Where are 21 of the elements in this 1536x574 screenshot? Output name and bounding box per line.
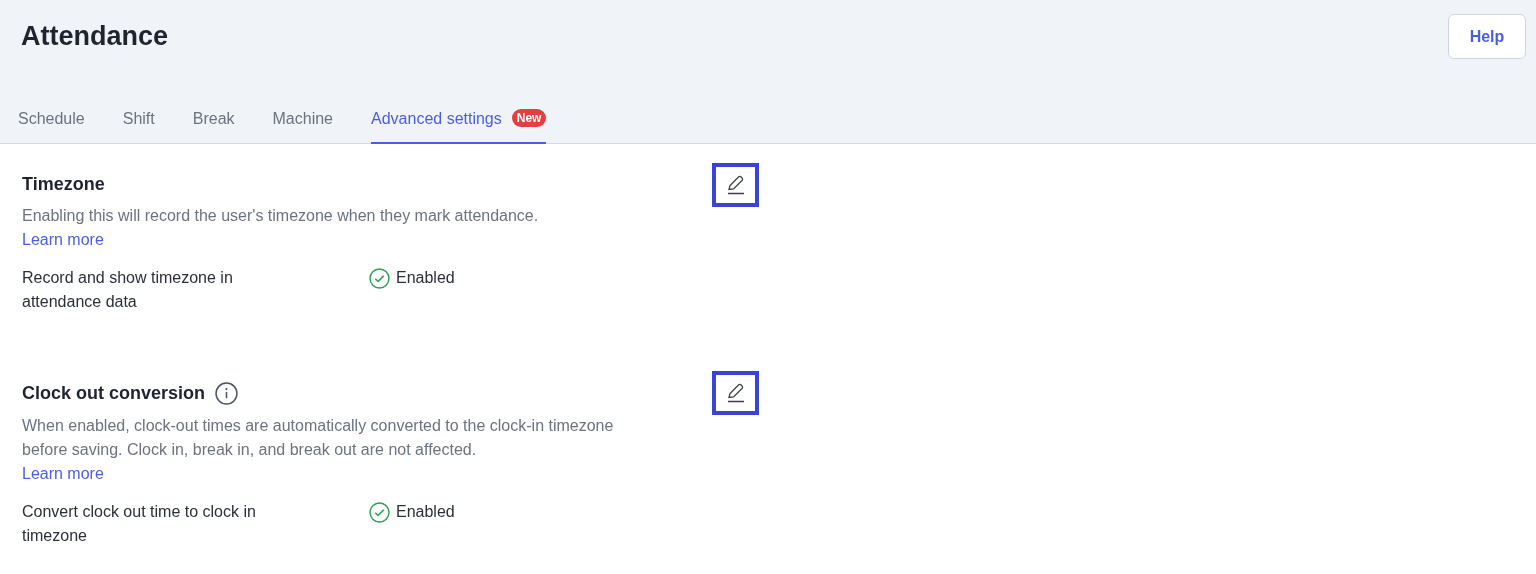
edit-button[interactable] — [712, 163, 759, 207]
help-button[interactable]: Help — [1448, 14, 1526, 59]
section-description: Enabling this will record the user's timezone when they mark attendance. — [22, 206, 540, 226]
setting-label: Record and show timezone in attendance data — [22, 268, 234, 312]
tab[interactable]: Schedule — [18, 100, 85, 144]
tab[interactable]: Advanced settings New — [371, 100, 547, 144]
tab[interactable]: Machine — [272, 100, 333, 144]
section-title: Clock out conversion — [22, 383, 206, 404]
section-title: Timezone — [22, 174, 105, 195]
tab[interactable]: Break — [192, 100, 235, 144]
page-title: Attendance — [21, 21, 169, 52]
learn-more-link[interactable]: Learn more — [22, 462, 104, 486]
setting-label: Convert clock out time to clock in timezone — [22, 502, 257, 546]
info-icon[interactable] — [215, 382, 239, 405]
learn-more-link[interactable]: Learn more — [22, 228, 104, 252]
tab[interactable]: Shift — [122, 100, 155, 144]
new-badge: New — [511, 109, 547, 127]
status-text: Enabled — [396, 503, 455, 521]
edit-button[interactable] — [712, 371, 759, 415]
status-text: Enabled — [396, 269, 455, 287]
section-description: When enabled, clock-out times are automatically converted to the clock-in timezone before saving. Clock in, break in, and break out are not affected. — [22, 416, 615, 460]
